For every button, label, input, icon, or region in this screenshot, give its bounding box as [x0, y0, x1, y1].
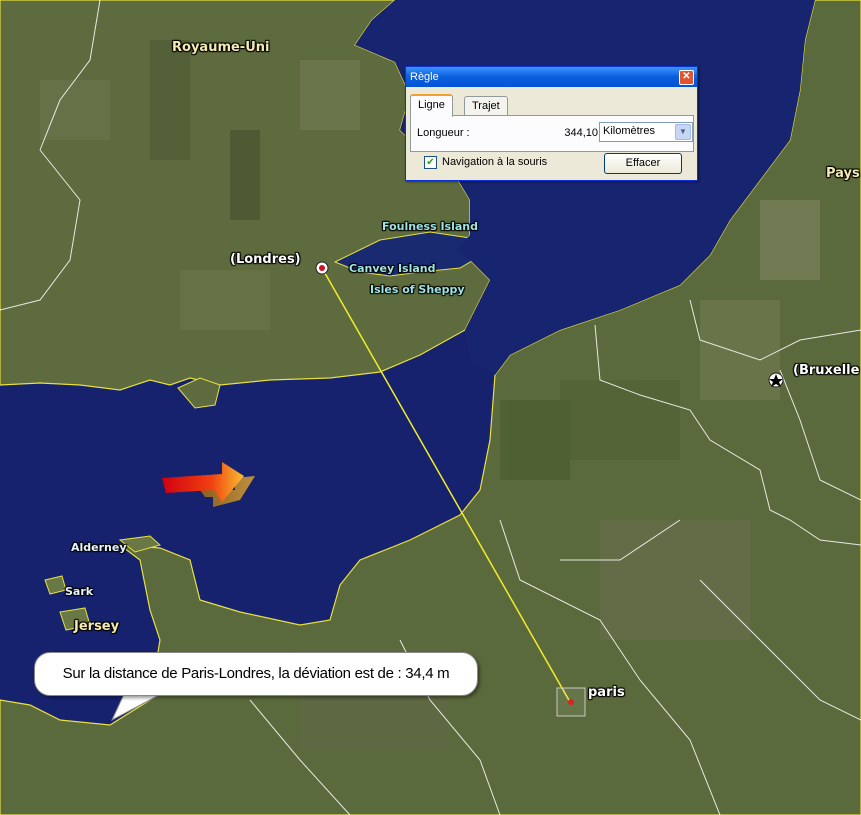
label-paris: paris [588, 685, 625, 700]
chevron-down-icon[interactable]: ▼ [675, 124, 691, 140]
mouse-nav-checkbox[interactable]: ✔ [424, 156, 437, 169]
label-royaume-uni: Royaume-Uni [172, 40, 270, 55]
ruler-title: Règle [410, 71, 439, 83]
label-jersey: Jersey [74, 619, 120, 634]
label-londres: (Londres) [230, 252, 301, 267]
brussels-star-icon[interactable] [768, 372, 784, 388]
tab-ligne[interactable]: Ligne [410, 94, 453, 117]
paris-target-icon[interactable] [556, 687, 586, 717]
close-icon[interactable]: ✕ [679, 70, 694, 85]
callout-bubble: Sur la distance de Paris-Londres, la dév… [34, 652, 478, 696]
label-sark: Sark [65, 585, 94, 598]
unit-value: Kilomètres [603, 125, 655, 137]
mouse-nav-label: Navigation à la souris [442, 156, 548, 168]
callout-text: Sur la distance de Paris-Londres, la dév… [62, 665, 450, 682]
label-foulness-island: Foulness Island [382, 220, 478, 233]
ruler-dialog: Règle ✕ Ligne Trajet Longueur : 344,10 K… [405, 66, 698, 181]
label-bruxelles: (Bruxelle [793, 363, 860, 378]
label-alderney: Alderney [71, 541, 127, 554]
london-marker-icon[interactable] [315, 261, 329, 275]
length-value: 344,10 [564, 127, 598, 139]
ruler-titlebar[interactable]: Règle ✕ [406, 67, 697, 87]
clear-button[interactable]: Effacer [604, 153, 682, 174]
label-canvey-island: Canvey Island [349, 262, 436, 275]
length-label: Longueur : [417, 127, 470, 139]
unit-select[interactable]: Kilomètres ▼ [599, 122, 693, 142]
label-isles-of-sheppy: Isles of Sheppy [370, 283, 465, 296]
tab-trajet[interactable]: Trajet [464, 96, 508, 115]
label-pays-bas: Pays [826, 166, 860, 181]
ruler-panel: Longueur : 344,10 Kilomètres ▼ [410, 115, 694, 152]
